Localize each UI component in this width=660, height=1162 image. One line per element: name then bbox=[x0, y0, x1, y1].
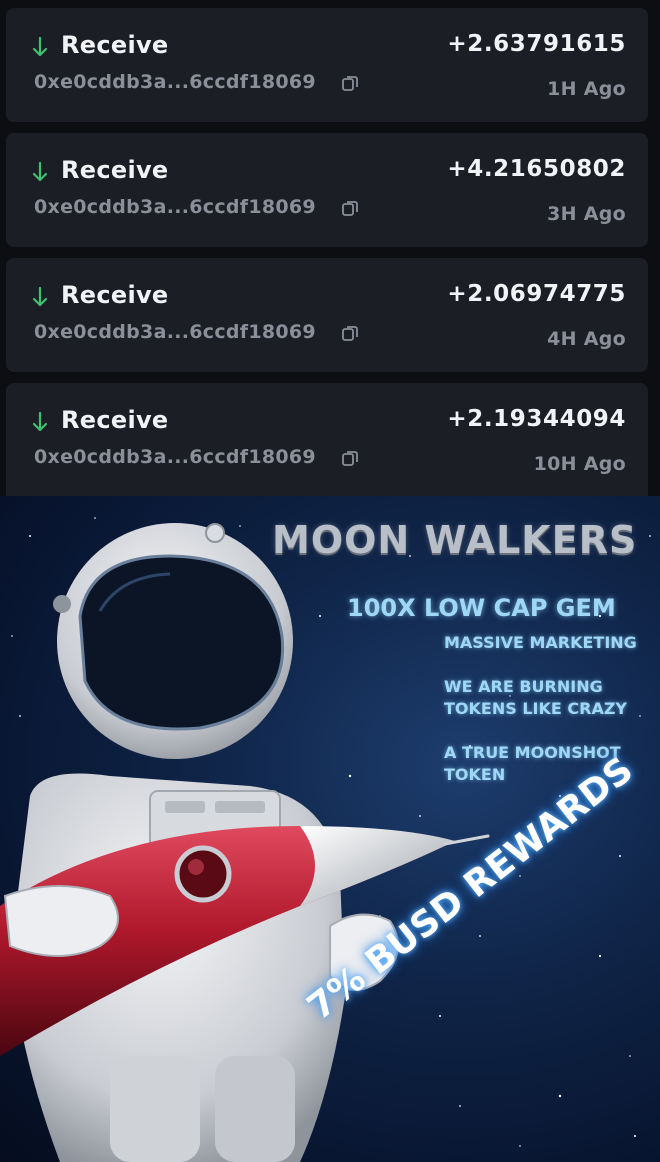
arrow-down-icon bbox=[32, 411, 48, 432]
banner-bullet: MASSIVE MARKETING bbox=[444, 633, 637, 652]
arrow-down-icon bbox=[32, 161, 48, 182]
banner-title: MOON WALKERS bbox=[272, 518, 638, 562]
arrow-down-icon bbox=[32, 36, 48, 57]
transaction-amount: +2.19344094 bbox=[447, 406, 626, 432]
transaction-type: Receive bbox=[61, 156, 169, 184]
transaction-time: 1H Ago bbox=[547, 78, 626, 100]
transaction-amount: +4.21650802 bbox=[447, 156, 626, 182]
banner-bullet: WE ARE BURNING TOKENS LIKE CRAZY bbox=[444, 677, 628, 718]
copy-icon[interactable] bbox=[341, 324, 359, 342]
copy-icon[interactable] bbox=[341, 74, 359, 92]
transaction-type: Receive bbox=[61, 406, 169, 434]
banner-headline: 100X LOW CAP GEM bbox=[347, 594, 616, 622]
transaction-card[interactable]: Receive +2.19344094 0xe0cddb3a...6ccdf18… bbox=[6, 383, 648, 496]
transaction-address: 0xe0cddb3a...6ccdf18069 bbox=[34, 196, 316, 218]
transaction-type: Receive bbox=[61, 31, 169, 59]
arrow-down-icon bbox=[32, 286, 48, 307]
transaction-card[interactable]: Receive +4.21650802 0xe0cddb3a...6ccdf18… bbox=[6, 133, 648, 247]
transaction-time: 4H Ago bbox=[547, 328, 626, 350]
transaction-address: 0xe0cddb3a...6ccdf18069 bbox=[34, 446, 316, 468]
copy-icon[interactable] bbox=[341, 199, 359, 217]
transaction-type: Receive bbox=[61, 281, 169, 309]
transaction-card[interactable]: Receive +2.06974775 0xe0cddb3a...6ccdf18… bbox=[6, 258, 648, 372]
transaction-amount: +2.63791615 bbox=[447, 31, 626, 57]
transaction-list: Receive +2.63791615 0xe0cddb3a...6ccdf18… bbox=[0, 0, 660, 496]
transaction-time: 10H Ago bbox=[533, 453, 626, 475]
transaction-address: 0xe0cddb3a...6ccdf18069 bbox=[34, 71, 316, 93]
transaction-amount: +2.06974775 bbox=[447, 281, 626, 307]
promo-banner: MOON WALKERS 100X LOW CAP GEM MASSIVE MA… bbox=[0, 496, 660, 1162]
transaction-address: 0xe0cddb3a...6ccdf18069 bbox=[34, 321, 316, 343]
transaction-time: 3H Ago bbox=[547, 203, 626, 225]
copy-icon[interactable] bbox=[341, 449, 359, 467]
transaction-card[interactable]: Receive +2.63791615 0xe0cddb3a...6ccdf18… bbox=[6, 8, 648, 122]
